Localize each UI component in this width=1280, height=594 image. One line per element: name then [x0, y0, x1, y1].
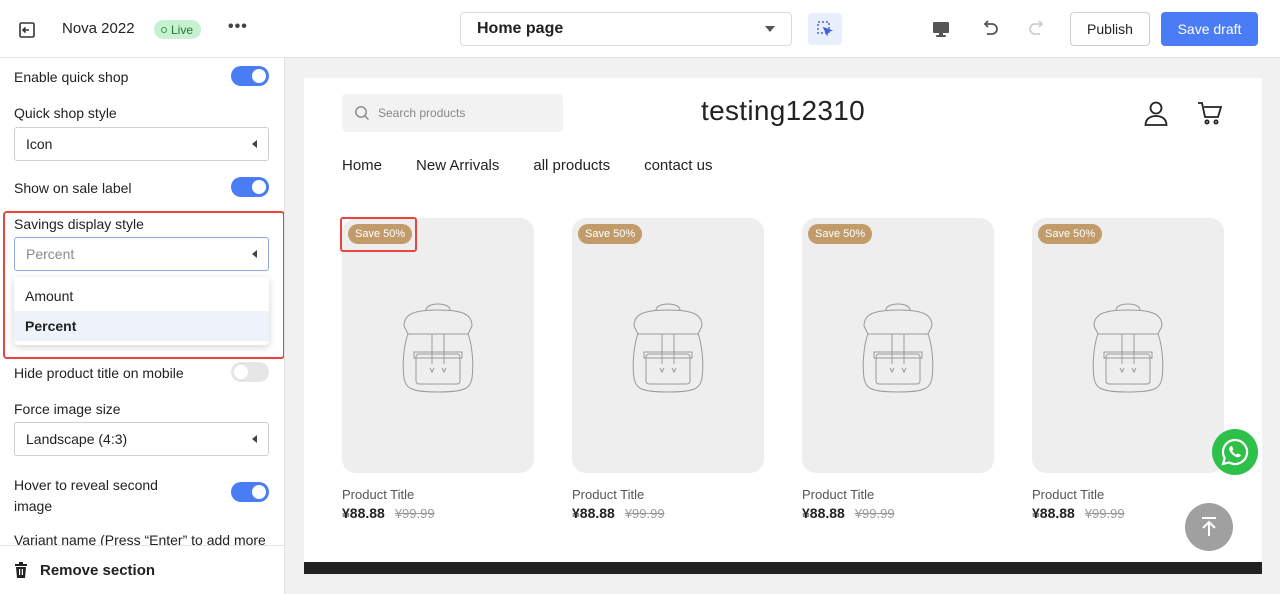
publish-button[interactable]: Publish — [1070, 12, 1150, 46]
store-preview: Search products testing12310 Home New Ar… — [304, 78, 1262, 574]
nav-all-products[interactable]: all products — [533, 157, 610, 174]
caret-left-icon — [252, 250, 257, 258]
save-badge: Save 50% — [1038, 224, 1103, 244]
hover-second-image-label-line2: image — [14, 498, 53, 514]
hide-title-mobile-toggle[interactable] — [231, 362, 269, 382]
live-status-badge: Live — [154, 20, 202, 39]
force-image-size-value: Landscape (4:3) — [26, 431, 128, 447]
account-icon[interactable] — [1143, 100, 1169, 126]
exit-icon — [19, 22, 35, 38]
caret-left-icon — [252, 435, 257, 443]
force-image-size-label: Force image size — [14, 401, 121, 417]
compare-at-price: ¥99.99 — [394, 506, 435, 521]
product-price: ¥88.88 — [572, 505, 615, 521]
more-options-button[interactable]: ••• — [228, 18, 248, 36]
store-title[interactable]: testing12310 — [304, 95, 1262, 127]
force-image-size-select[interactable]: Landscape (4:3) — [14, 422, 269, 456]
product-prices: ¥88.88 ¥99.99 — [802, 505, 994, 521]
select-element-tool-button[interactable] — [808, 13, 842, 45]
product-image[interactable]: Save 50% — [1032, 218, 1224, 473]
savings-display-style-select[interactable]: Percent — [14, 237, 269, 271]
enable-quick-shop-toggle[interactable] — [231, 66, 269, 86]
save-badge: Save 50% — [578, 224, 643, 244]
nav-home[interactable]: Home — [342, 157, 382, 174]
compare-at-price: ¥99.99 — [1084, 506, 1125, 521]
savings-display-style-dropdown: Amount Percent — [14, 277, 269, 345]
product-image[interactable]: Save 50% — [342, 218, 534, 473]
product-title[interactable]: Product Title — [572, 487, 764, 502]
backpack-placeholder-icon — [1092, 303, 1164, 393]
nav-contact-us[interactable]: contact us — [644, 157, 712, 174]
product-card[interactable]: Save 50% Product Title ¥88.88 ¥99.99 — [572, 218, 764, 521]
product-title[interactable]: Product Title — [1032, 487, 1224, 502]
desktop-icon — [933, 22, 949, 37]
product-card[interactable]: Save 50% Product Title ¥88.88 ¥99.99 — [342, 218, 534, 521]
remove-section-label: Remove section — [40, 561, 156, 579]
save-draft-button[interactable]: Save draft — [1161, 12, 1258, 46]
product-prices: ¥88.88 ¥99.99 — [572, 505, 764, 521]
product-price: ¥88.88 — [342, 505, 385, 521]
caret-left-icon — [252, 140, 257, 148]
savings-display-style-label: Savings display style — [14, 216, 144, 232]
compare-at-price: ¥99.99 — [624, 506, 665, 521]
theme-name: Nova 2022 — [62, 20, 135, 37]
save-badge: Save 50% — [808, 224, 873, 244]
hover-second-image-label-line1: Hover to reveal second — [14, 477, 158, 493]
product-card[interactable]: Save 50% Product Title ¥88.88 ¥99.99 — [1032, 218, 1224, 521]
backpack-placeholder-icon — [632, 303, 704, 393]
show-on-sale-label-label: Show on sale label — [14, 180, 132, 196]
desktop-view-button[interactable] — [929, 17, 953, 41]
remove-section-button[interactable]: Remove section — [0, 545, 284, 594]
page-selector[interactable]: Home page — [460, 12, 792, 46]
quick-shop-style-label: Quick shop style — [14, 105, 117, 121]
product-prices: ¥88.88 ¥99.99 — [342, 505, 534, 521]
settings-sidebar: Enable quick shop Quick shop style Icon … — [0, 58, 285, 594]
redo-icon — [1029, 20, 1044, 35]
product-title[interactable]: Product Title — [342, 487, 534, 502]
compare-at-price: ¥99.99 — [854, 506, 895, 521]
nav-new-arrivals[interactable]: New Arrivals — [416, 157, 499, 174]
redo-button[interactable] — [1025, 17, 1049, 41]
show-on-sale-label-toggle[interactable] — [231, 177, 269, 197]
editor-toolbar: Nova 2022 Live ••• Home page Publish Sav… — [0, 0, 1280, 58]
hover-second-image-toggle[interactable] — [231, 482, 269, 502]
preview-footer-strip — [304, 562, 1262, 574]
product-card[interactable]: Save 50% Product Title ¥88.88 ¥99.99 — [802, 218, 994, 521]
live-label: Live — [171, 22, 194, 37]
quick-shop-style-select[interactable]: Icon — [14, 127, 269, 161]
hover-second-image-label: Hover to reveal second image — [14, 475, 158, 517]
product-image[interactable]: Save 50% — [802, 218, 994, 473]
cart-icon[interactable] — [1197, 100, 1223, 126]
trash-icon — [15, 562, 27, 578]
live-dot-icon — [161, 26, 167, 33]
option-amount[interactable]: Amount — [14, 281, 269, 311]
quick-shop-style-value: Icon — [26, 136, 53, 152]
enable-quick-shop-label: Enable quick shop — [14, 69, 129, 85]
cursor-select-icon — [817, 21, 834, 37]
product-price: ¥88.88 — [802, 505, 845, 521]
undo-icon — [983, 20, 998, 35]
product-price: ¥88.88 — [1032, 505, 1075, 521]
hide-title-mobile-label: Hide product title on mobile — [14, 365, 184, 381]
page-selector-value: Home page — [477, 20, 564, 37]
chevron-down-icon — [765, 26, 775, 32]
save-badge: Save 50% — [348, 224, 413, 244]
back-to-top-button[interactable] — [1185, 503, 1233, 551]
product-image[interactable]: Save 50% — [572, 218, 764, 473]
backpack-placeholder-icon — [862, 303, 934, 393]
backpack-placeholder-icon — [402, 303, 474, 393]
option-percent[interactable]: Percent — [14, 311, 269, 341]
undo-button[interactable] — [978, 17, 1002, 41]
savings-display-style-value: Percent — [26, 246, 75, 262]
product-title[interactable]: Product Title — [802, 487, 994, 502]
arrow-up-icon — [1202, 517, 1216, 536]
store-navigation: Home New Arrivals all products contact u… — [342, 157, 712, 174]
whatsapp-chat-button[interactable] — [1212, 429, 1258, 475]
whatsapp-icon — [1221, 438, 1249, 466]
exit-editor-button[interactable] — [16, 19, 38, 41]
